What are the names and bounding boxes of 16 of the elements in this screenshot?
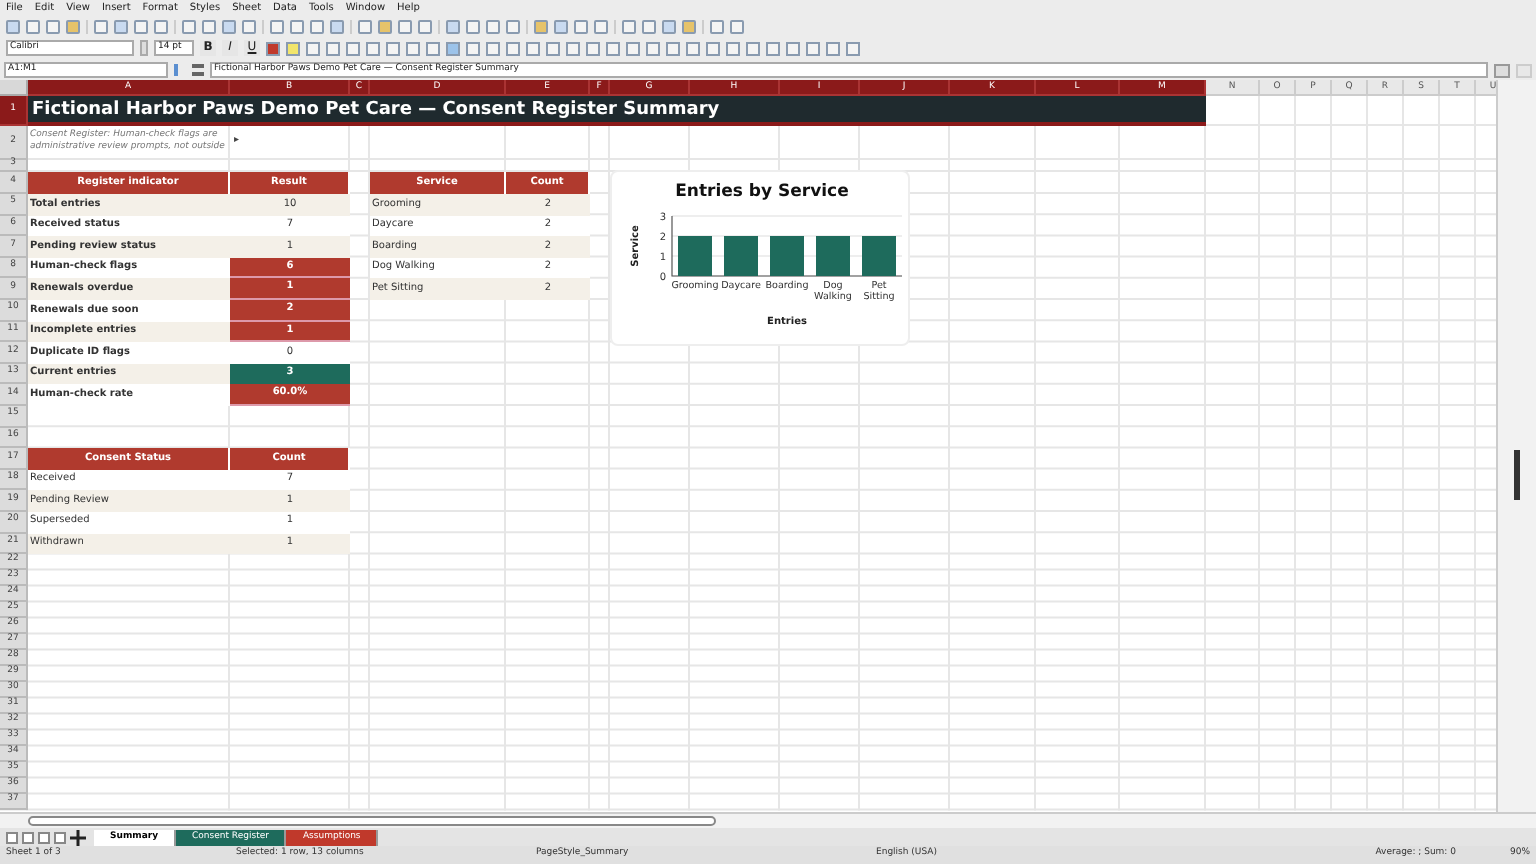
chart-bar — [816, 236, 850, 276]
chart-title: Entries by Service — [675, 182, 849, 202]
sheet-title: Fictional Harbor Paws Demo Pet Care — Consent Register Summary — [28, 96, 1206, 126]
next-sheet-icon[interactable] — [38, 831, 50, 843]
previous-sheet-icon[interactable] — [22, 831, 34, 843]
first-sheet-icon[interactable] — [6, 831, 18, 843]
chart-bar — [724, 236, 758, 276]
horizontal-scrollbar[interactable] — [28, 816, 716, 826]
add-sheet-icon[interactable] — [70, 829, 86, 845]
chart-bar — [862, 236, 896, 276]
chart-bar — [770, 236, 804, 276]
select-all-corner[interactable] — [0, 80, 28, 96]
chart-bar — [678, 236, 712, 276]
split-handle-icon[interactable] — [1514, 450, 1520, 500]
vertical-scrollbar[interactable] — [1496, 80, 1536, 812]
last-sheet-icon[interactable] — [54, 831, 66, 843]
